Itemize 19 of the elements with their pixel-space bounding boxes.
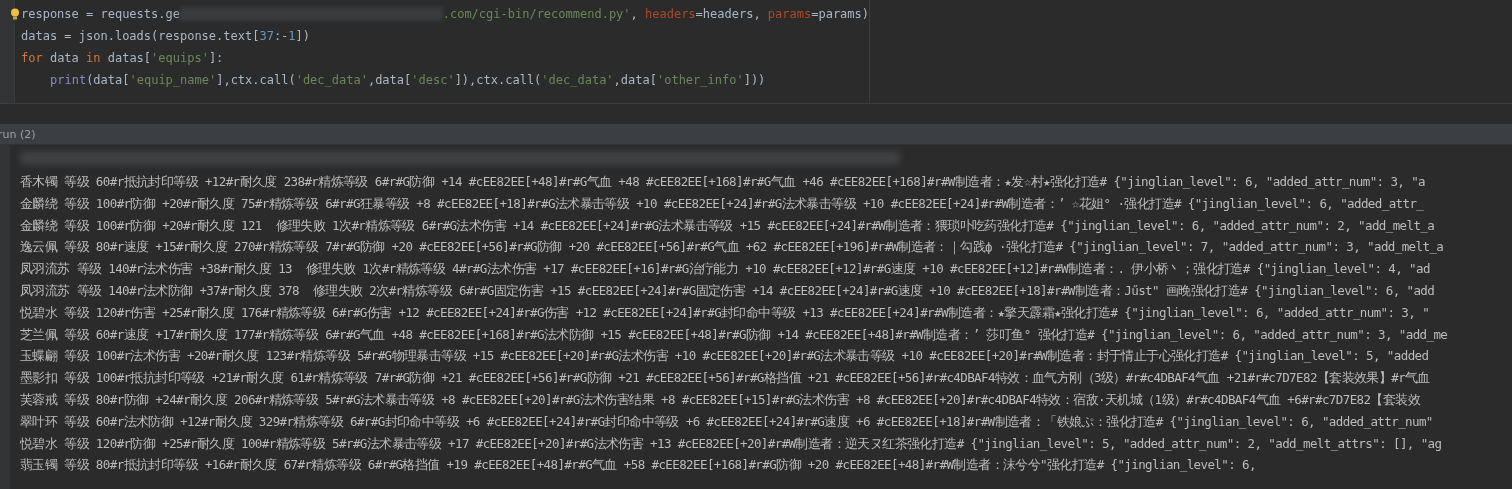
console-output-line: 金麟绕 等级 100#r防御 +20#r耐久度 121 修理失败 1次#r精炼等级 6#r#G法术伤害 +14 #cEE82EE[+24]#r#G法术暴击等级 +15 #cEE82EE[+24]#r#W制造者：猥琐卟吃药强化打造# {"jinglian_level": 6, "added_attr_num": 2, "add_melt_a <box>20 216 1435 235</box>
console-output-line: 悦碧水 等级 120#r伤害 +25#r耐久度 176#r精炼等级 6#r#G伤害 +12 #cEE82EE[+24]#r#G伤害 +12 #cEE82EE[+24]#r#G封印命中等级 +13 #cEE82EE[+24]#r#W制造者：★擎天霹霜★强化打造# {"jinglian_level": 6, "added_attr_num": 3, " <box>20 303 1430 322</box>
console-output-line: 凤羽流苏 等级 140#r法术伤害 +38#r耐久度 13 修理失败 1次#r精炼等级 4#r#G法术伤害 +17 #cEE82EE[+16]#r#G治疗能力 +10 #cEE82EE[+12]#r#G速度 +10 #cEE82EE[+12]#r#W制造者：. 伊小桥丶；强化打造# {"jinglian_level": 4, "ad <box>20 260 1430 279</box>
console-output-line: 凤羽流苏 等级 140#r法术防御 +37#r耐久度 378 修理失败 2次#r精炼等级 6#r#G固定伤害 +15 #cEE82EE[+24]#r#G固定伤害 +14 #cEE82EE[+24]#r#G速度 +10 #cEE82EE[+18]#r#W制造者：Jűst" 画晚强化打造# {"jinglian_level": 6, "add <box>20 282 1435 300</box>
console-output-line: 芝兰佩 等级 60#r速度 +17#r耐久度 177#r精炼等级 6#r#G气血 +48 #cEE82EE[+168]#r#G法术防御 +15 #cEE82EE[+48]#r#G防御 +14 #cEE82EE[+48]#r#W制造者：’ 莎叮鱼° 强化打造# {"jinglian_level": 6, "added_attr_num": 3, "add_me <box>20 325 1448 344</box>
console-output-line: 香木镯 等级 60#r抵抗封印等级 +12#r耐久度 238#r精炼等级 6#r#G防御 +14 #cEE82EE[+48]#r#G气血 +48 #cEE82EE[+168]#r#G气血 +46 #cEE82EE[+168]#r#W制造者：★发☆村★强化打造# {"jinglian_level": 6, "added_attr_num": 3, "a <box>20 173 1426 191</box>
console-output-line: 翠叶环 等级 60#r法术防御 +12#r耐久度 329#r精炼等级 6#r#G封印命中等级 +6 #cEE82EE[+24]#r#G封印命中等级 +6 #cEE82EE[+24]#r#G速度 +6 #cEE82EE[+18]#r#W制造者：「铁娘ぷ：强化打造# {"jinglian_level": 6, "added_attr_num" <box>20 412 1433 431</box>
code-line: print(data['equip_name'],ctx.call('dec_data',data['desc']),ctx.call('dec_data',data['other_info'])) <box>49 72 767 89</box>
lightbulb-icon[interactable] <box>10 8 20 20</box>
code-line: datas = json.loads(response.text[37:-1]) <box>21 28 311 45</box>
console-output-line: 翡玉镯 等级 80#r抵抗封印等级 +16#r耐久度 67#r精炼等级 6#r#G格挡值 +19 #cEE82EE[+48]#r#G气血 +58 #cEE82EE[+168]#r#G防御 +20 #cEE82EE[+48]#r#W制造者：沫兮兮"强化打造# {"jinglian_level": 6, <box>20 456 1256 475</box>
console-output-line: 玉蝶翩 等级 100#r法术伤害 +20#r耐久度 123#r精炼等级 5#r#G物理暴击等级 +15 #cEE82EE[+20]#r#G法术伤害 +10 #cEE82EE[+20]#r#G法术暴击等级 +10 #cEE82EE[+20]#r#W制造者：封于情止于心强化打造# {"jinglian_level": 5, "added <box>20 347 1429 366</box>
code-line: for data in datas['equips']: <box>21 50 225 67</box>
console-output-line: 逸云佩 等级 80#r速度 +15#r耐久度 270#r精炼等级 7#r#G防御 +20 #cEE82EE[+56]#r#G防御 +20 #cEE82EE[+56]#r#G气血 +62 #cEE82EE[+196]#r#W制造者：｜勾践ф ·强化打造# {"jinglian_level": 7, "added_attr_num": 3, "add_melt_a <box>20 238 1444 257</box>
console-output-line: 墨影扣 等级 100#r抵抗封印等级 +21#r耐久度 61#r精炼等级 7#r#G防御 +21 #cEE82EE[+56]#r#G防御 +21 #cEE82EE[+56]#r#G格挡值 +21 #cEE82EE[+56]#r#c4DBAF4特效：血气方刚（3级）#r#c4DBAF4气血 +21#r#c7D7E82【套装效果】#r气血 <box>20 369 1430 388</box>
console-output-line: 芙蓉戒 等级 80#r防御 +24#r耐久度 206#r精炼等级 5#r#G法术暴击等级 +8 #cEE82EE[+20]#r#G法术伤害结果 +8 #cEE82EE[+15]#r#G法术伤害 +8 #cEE82EE[+20]#r#c4DBAF4特效：宿敌·天机城（1级）#r#c4DBAF4气血 +6#r#c7D7E82【套装效 <box>20 390 1421 409</box>
console-output-line: 金麟绕 等级 100#r防御 +20#r耐久度 75#r精炼等级 6#r#G狂暴等级 +8 #cEE82EE[+18]#r#G法术暴击等级 +10 #cEE82EE[+24]#r#G法术暴击等级 +10 #cEE82EE[+24]#r#W制造者：’ ☆花姐° ·强化打造# {"jinglian_level": 6, "added_attr_ <box>20 194 1424 213</box>
console-output-line: 悦碧水 等级 120#r防御 +25#r耐久度 100#r精炼等级 5#r#G法术暴击等级 +17 #cEE82EE[+20]#r#G法术伤害 +13 #cEE82EE[+20]#r#W制造者：逆天ヌ红茶强化打造# {"jinglian_level": 5, "added_attr_num": 2, "add_melt_attrs": [], "ag <box>20 434 1442 453</box>
code-line: response = requests.ge .com/cgi-bin/recommend.py', headers=headers, params=params) <box>21 6 869 23</box>
